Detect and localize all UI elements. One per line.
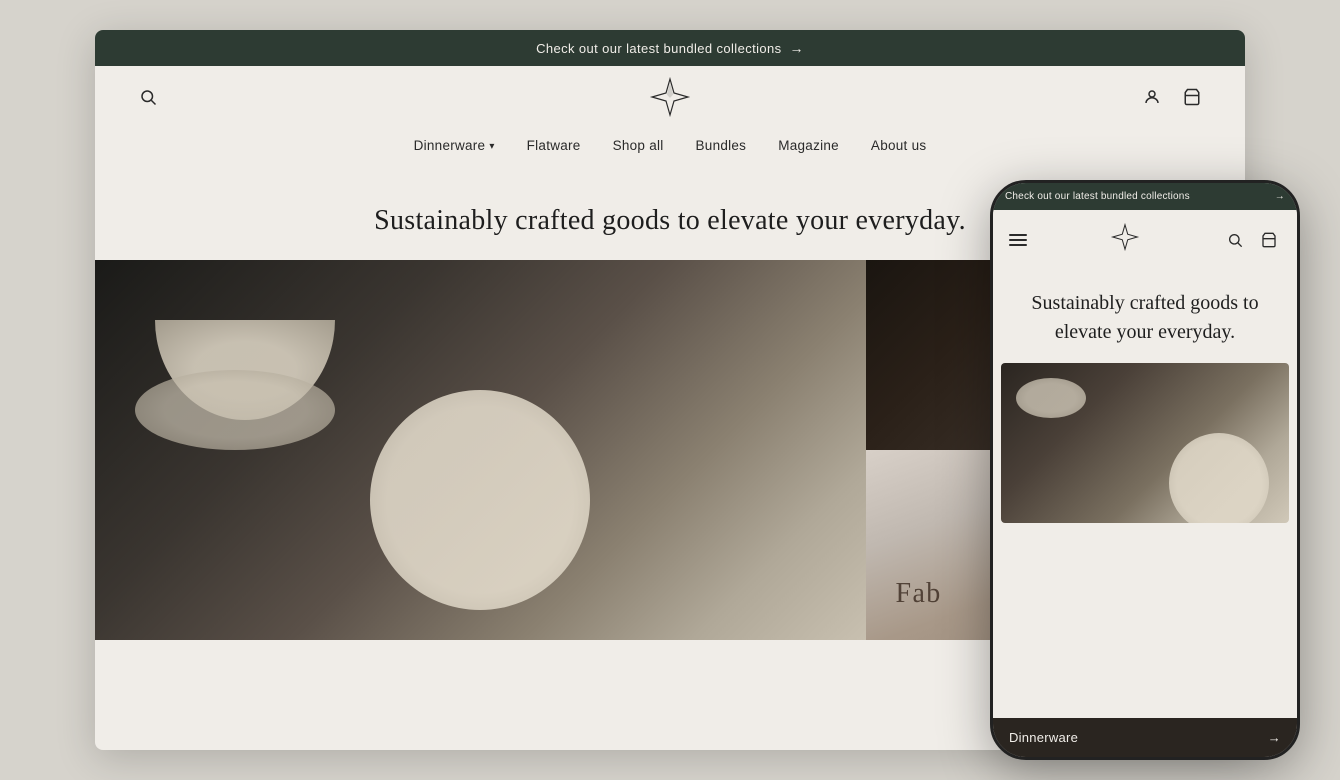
phone-screen: Check out our latest bundled collections… bbox=[993, 183, 1297, 757]
site-header bbox=[95, 66, 1245, 128]
hamburger-menu-button[interactable] bbox=[1009, 234, 1027, 246]
announcement-arrow: → bbox=[790, 40, 804, 56]
nav-bundles[interactable]: Bundles bbox=[696, 138, 747, 153]
main-nav: Dinnerware ▾ Flatware Shop all Bundles M… bbox=[95, 128, 1245, 171]
nav-flatware[interactable]: Flatware bbox=[527, 138, 581, 153]
phone-search-button[interactable] bbox=[1223, 228, 1247, 252]
phone-cart-button[interactable] bbox=[1257, 228, 1281, 252]
nav-shop-all[interactable]: Shop all bbox=[613, 138, 664, 153]
plate-decoration bbox=[370, 390, 590, 610]
phone-announcement-arrow: → bbox=[1275, 191, 1285, 202]
phone-header bbox=[993, 210, 1297, 269]
logo[interactable] bbox=[648, 75, 692, 119]
search-icon bbox=[139, 88, 157, 106]
cart-button[interactable] bbox=[1179, 84, 1205, 110]
user-icon bbox=[1143, 88, 1161, 106]
phone-announcement-bar: Check out our latest bundled collections… bbox=[993, 183, 1297, 210]
bowl-decoration-2 bbox=[135, 370, 335, 450]
phone-plate-decoration bbox=[1169, 433, 1269, 523]
phone-cart-icon bbox=[1261, 232, 1277, 248]
phone-logo[interactable] bbox=[1110, 222, 1140, 257]
phone-category-bar[interactable]: Dinnerware → bbox=[993, 718, 1297, 757]
header-right bbox=[1139, 84, 1205, 110]
phone-search-icon bbox=[1227, 232, 1243, 248]
announcement-text: Check out our latest bundled collections bbox=[536, 41, 781, 56]
phone-hero-headline: Sustainably crafted goods to elevate you… bbox=[1009, 289, 1281, 347]
brand-stamp-text: Fab bbox=[896, 578, 942, 610]
account-button[interactable] bbox=[1139, 84, 1165, 110]
nav-dinnerware[interactable]: Dinnerware ▾ bbox=[414, 138, 495, 153]
phone-header-icons bbox=[1223, 228, 1281, 252]
phone-hero-section: Sustainably crafted goods to elevate you… bbox=[993, 269, 1297, 363]
phone-hero-image bbox=[1001, 363, 1289, 523]
nav-magazine[interactable]: Magazine bbox=[778, 138, 839, 153]
search-button[interactable] bbox=[135, 84, 161, 110]
phone-brand-logo bbox=[1110, 222, 1140, 252]
cart-icon bbox=[1183, 88, 1201, 106]
phone-mockup: Check out our latest bundled collections… bbox=[990, 180, 1300, 760]
hero-image-left bbox=[95, 260, 866, 640]
phone-category-arrow: → bbox=[1268, 730, 1281, 745]
phone-announcement-text: Check out our latest bundled collections bbox=[1005, 191, 1190, 202]
chevron-down-icon: ▾ bbox=[489, 141, 494, 152]
phone-category-label: Dinnerware bbox=[1009, 730, 1078, 745]
nav-about-us[interactable]: About us bbox=[871, 138, 926, 153]
brand-logo bbox=[648, 75, 692, 119]
header-left bbox=[135, 84, 161, 110]
phone-bowl-decoration bbox=[1016, 378, 1086, 418]
announcement-bar[interactable]: Check out our latest bundled collections… bbox=[95, 30, 1245, 66]
